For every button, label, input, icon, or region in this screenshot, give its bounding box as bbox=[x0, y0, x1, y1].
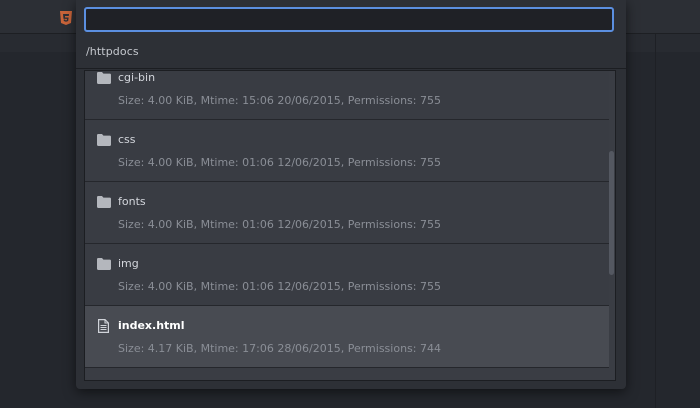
editor-pane-divider bbox=[655, 34, 656, 408]
file-item-metadata: Size: 4.00 KiB, Mtime: 01:06 12/06/2015,… bbox=[118, 156, 441, 169]
folder-icon bbox=[97, 134, 111, 146]
file-item-metadata: Size: 4.00 KiB, Mtime: 01:06 12/06/2015,… bbox=[118, 280, 441, 293]
file-item-name: css bbox=[118, 133, 136, 146]
file-list-item[interactable]: index.html Size: 4.17 KiB, Mtime: 17:06 2… bbox=[85, 306, 609, 368]
file-item-metadata: Size: 4.00 KiB, Mtime: 15:06 20/06/2015,… bbox=[118, 94, 441, 107]
file-item-metadata: Size: 4.17 KiB, Mtime: 17:06 28/06/2015,… bbox=[118, 342, 441, 355]
folder-icon bbox=[97, 72, 111, 84]
file-list-item[interactable]: css Size: 4.00 KiB, Mtime: 01:06 12/06/20… bbox=[85, 120, 609, 182]
folder-icon bbox=[97, 196, 111, 208]
html5-icon[interactable] bbox=[60, 11, 72, 25]
current-path-label: /httpdocs bbox=[86, 45, 139, 58]
folder-icon bbox=[97, 258, 111, 270]
file-item-metadata: Size: 4.00 KiB, Mtime: 01:06 12/06/2015,… bbox=[118, 218, 441, 231]
path-separator bbox=[76, 68, 626, 69]
file-list-scrollbar[interactable] bbox=[607, 71, 615, 380]
file-list-item[interactable]: cgi-bin Size: 4.00 KiB, Mtime: 15:06 20/0… bbox=[85, 71, 609, 120]
file-item-name: cgi-bin bbox=[118, 71, 156, 84]
file-list-item[interactable]: fonts Size: 4.00 KiB, Mtime: 01:06 12/06/… bbox=[85, 182, 609, 244]
file-icon bbox=[98, 319, 109, 333]
file-list[interactable]: cgi-bin Size: 4.00 KiB, Mtime: 15:06 20/0… bbox=[84, 70, 616, 381]
file-item-name: img bbox=[118, 257, 139, 270]
remote-file-browser-panel: /httpdocs cgi-bin Size: 4.00 KiB, Mtime: … bbox=[76, 0, 626, 389]
file-item-name: fonts bbox=[118, 195, 146, 208]
file-list-item[interactable]: img Size: 4.00 KiB, Mtime: 01:06 12/06/20… bbox=[85, 244, 609, 306]
scrollbar-thumb[interactable] bbox=[609, 151, 614, 275]
file-list-items: cgi-bin Size: 4.00 KiB, Mtime: 15:06 20/0… bbox=[85, 71, 609, 368]
file-item-name: index.html bbox=[118, 319, 185, 332]
path-search-input[interactable] bbox=[84, 7, 614, 32]
